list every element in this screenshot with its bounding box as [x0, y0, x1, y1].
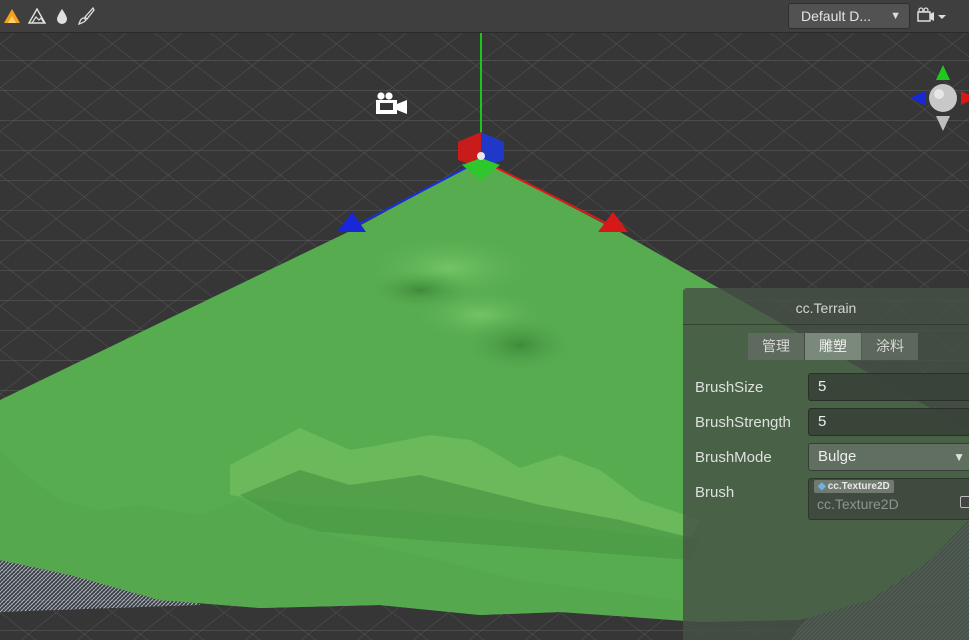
- terrain-inspector-panel: cc.Terrain 管理 雕塑 涂料 BrushSize 5 BrushStr…: [683, 288, 969, 640]
- tab-sculpt[interactable]: 雕塑: [805, 333, 862, 360]
- brush-strength-input[interactable]: 5: [808, 408, 969, 436]
- sculpt-mountain-icon[interactable]: [27, 6, 47, 26]
- chevron-down-icon: ▼: [953, 450, 965, 464]
- asset-picker-button[interactable]: [960, 496, 969, 508]
- terrain-shadow: [460, 315, 580, 375]
- paint-brush-icon[interactable]: [76, 6, 96, 26]
- tab-manage[interactable]: 管理: [748, 333, 805, 360]
- chevron-down-icon: ▼: [890, 10, 901, 22]
- brush-asset-field[interactable]: ◆ cc.Texture2D cc.Texture2D: [808, 478, 969, 520]
- brush-mode-value: Bulge: [818, 448, 857, 465]
- panel-title: cc.Terrain: [795, 300, 857, 316]
- terrain-tabs: 管理 雕塑 涂料: [748, 333, 919, 360]
- camera-menu-button[interactable]: [916, 6, 952, 26]
- brush-size-label: BrushSize: [695, 379, 764, 396]
- view-mode-value: Default D...: [801, 8, 872, 24]
- panel-divider: [683, 324, 969, 325]
- brush-size-input[interactable]: 5: [808, 373, 969, 401]
- asset-type-icon: ◆: [818, 481, 826, 492]
- camera-icon: [917, 7, 946, 22]
- tab-paint[interactable]: 涂料: [862, 333, 919, 360]
- scene-toolbar: Default D... ▼: [0, 0, 969, 33]
- asset-type-label: cc.Texture2D: [827, 481, 890, 492]
- brush-mode-select[interactable]: Bulge ▼: [808, 443, 969, 471]
- asset-placeholder: cc.Texture2D: [817, 496, 899, 512]
- move-terrain-icon[interactable]: [2, 6, 22, 26]
- brush-strength-label: BrushStrength: [695, 414, 791, 431]
- smooth-drop-icon[interactable]: [52, 6, 72, 26]
- view-mode-dropdown[interactable]: Default D... ▼: [788, 3, 910, 29]
- terrain-shadow: [365, 270, 475, 310]
- brush-label: Brush: [695, 484, 735, 501]
- asset-type-badge: ◆ cc.Texture2D: [814, 480, 894, 493]
- brush-mode-label: BrushMode: [695, 449, 772, 466]
